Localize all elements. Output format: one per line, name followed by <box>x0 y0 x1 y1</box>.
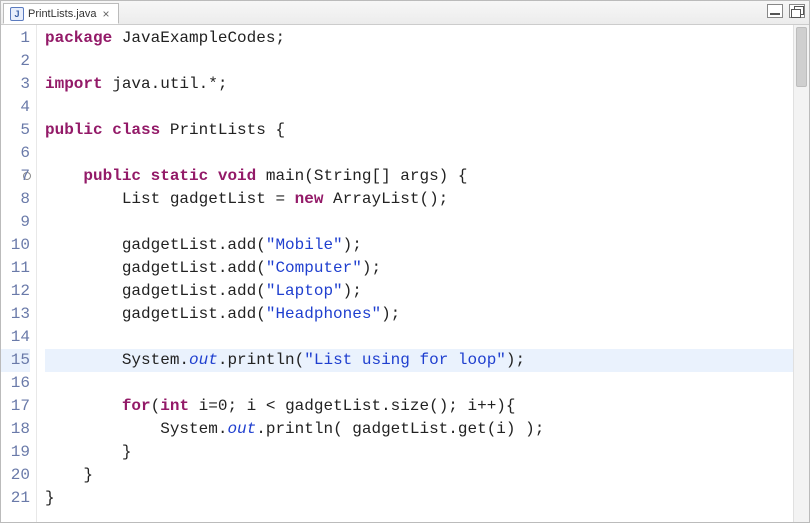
code-line[interactable]: List gadgetList = new ArrayList(); <box>45 188 809 211</box>
code-line[interactable]: System.out.println( gadgetList.get(i) ); <box>45 418 809 441</box>
code-line[interactable] <box>45 372 809 395</box>
code-line[interactable]: gadgetList.add("Computer"); <box>45 257 809 280</box>
line-number: 3 <box>1 73 30 96</box>
code-line[interactable]: gadgetList.add("Headphones"); <box>45 303 809 326</box>
code-line[interactable] <box>45 142 809 165</box>
line-number: 18 <box>1 418 30 441</box>
code-content[interactable]: package JavaExampleCodes; import java.ut… <box>37 25 809 522</box>
line-number: 1 <box>1 27 30 50</box>
code-line[interactable]: gadgetList.add("Mobile"); <box>45 234 809 257</box>
code-line[interactable] <box>45 326 809 349</box>
code-line[interactable]: } <box>45 487 809 510</box>
line-number: 14 <box>1 326 30 349</box>
tab-filename: PrintLists.java <box>28 8 96 20</box>
line-number: 15 <box>1 349 30 372</box>
java-file-icon: J <box>10 7 24 21</box>
code-line[interactable]: gadgetList.add("Laptop"); <box>45 280 809 303</box>
vertical-scrollbar[interactable] <box>793 25 809 522</box>
line-number: 11 <box>1 257 30 280</box>
code-line[interactable]: for(int i=0; i < gadgetList.size(); i++)… <box>45 395 809 418</box>
code-line[interactable] <box>45 211 809 234</box>
restore-button[interactable] <box>789 4 805 18</box>
editor-tab[interactable]: J PrintLists.java × <box>3 3 119 24</box>
editor-area: 123456789101112131415161718192021 packag… <box>1 25 809 522</box>
line-number: 2 <box>1 50 30 73</box>
code-line[interactable] <box>45 50 809 73</box>
code-line[interactable]: } <box>45 441 809 464</box>
line-number: 21 <box>1 487 30 510</box>
line-number: 8 <box>1 188 30 211</box>
line-number: 19 <box>1 441 30 464</box>
line-number: 10 <box>1 234 30 257</box>
scrollbar-thumb[interactable] <box>796 27 807 87</box>
line-number: 16 <box>1 372 30 395</box>
code-line[interactable] <box>45 96 809 119</box>
code-line[interactable]: public static void main(String[] args) { <box>45 165 809 188</box>
close-tab-icon[interactable]: × <box>100 7 111 21</box>
line-number: 4 <box>1 96 30 119</box>
line-number: 7 <box>1 165 30 188</box>
code-line[interactable]: package JavaExampleCodes; <box>45 27 809 50</box>
line-number: 5 <box>1 119 30 142</box>
window-controls <box>767 4 805 18</box>
code-line[interactable]: public class PrintLists { <box>45 119 809 142</box>
line-number: 6 <box>1 142 30 165</box>
line-number: 20 <box>1 464 30 487</box>
line-number: 9 <box>1 211 30 234</box>
line-number: 17 <box>1 395 30 418</box>
titlebar: J PrintLists.java × <box>1 1 809 25</box>
code-line[interactable]: } <box>45 464 809 487</box>
line-number: 13 <box>1 303 30 326</box>
line-number-gutter: 123456789101112131415161718192021 <box>1 25 37 522</box>
code-line[interactable]: System.out.println("List using for loop"… <box>45 349 809 372</box>
minimize-button[interactable] <box>767 4 783 18</box>
line-number: 12 <box>1 280 30 303</box>
code-line[interactable]: import java.util.*; <box>45 73 809 96</box>
